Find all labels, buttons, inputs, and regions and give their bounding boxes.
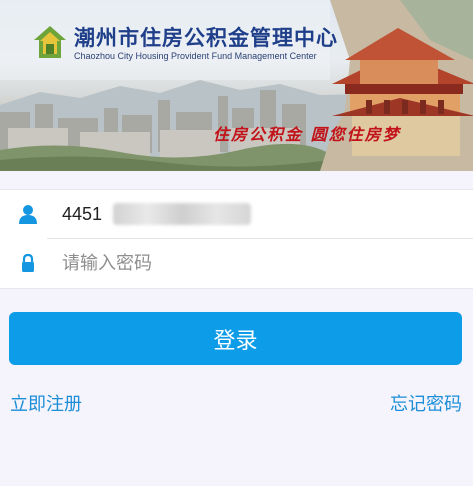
user-icon [19, 205, 37, 224]
lock-icon [22, 253, 34, 272]
login-form [0, 189, 473, 289]
header-banner: 潮州市住房公积金管理中心 Chaozhou City Housing Provi… [0, 0, 473, 171]
password-input[interactable] [62, 249, 442, 277]
banner-slogan: 住房公积金 圆您住房梦 [213, 125, 401, 144]
account-row [0, 190, 473, 239]
password-row [0, 239, 473, 287]
register-link[interactable]: 立即注册 [10, 390, 82, 416]
masked-account-digits [113, 203, 251, 225]
login-button[interactable]: 登录 [9, 312, 462, 365]
forgot-password-link[interactable]: 忘记密码 [390, 390, 462, 416]
organization-title-english: Chaozhou City Housing Provident Fund Man… [74, 51, 317, 61]
housing-fund-logo [34, 26, 66, 58]
organization-title: 潮州市住房公积金管理中心 [74, 25, 338, 50]
